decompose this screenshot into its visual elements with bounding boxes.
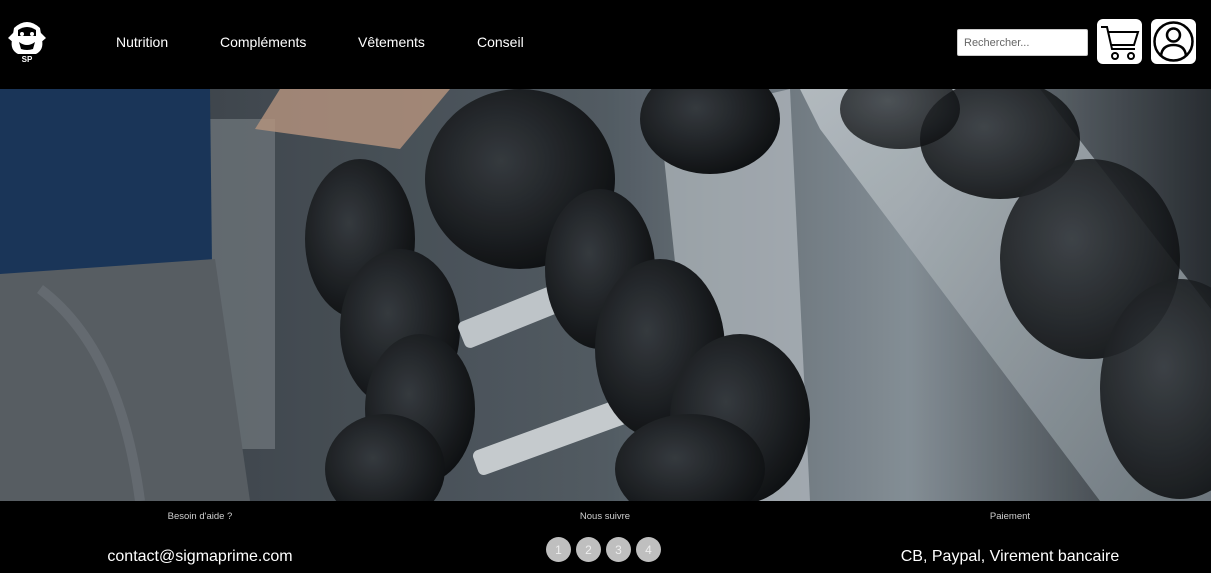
site-footer: Besoin d'aide ? contact@sigmaprime.com N… — [0, 501, 1211, 573]
logo-text: SP — [22, 55, 33, 64]
cart-button[interactable] — [1097, 19, 1142, 64]
social-link-1[interactable]: 1 — [546, 537, 571, 562]
brand-logo[interactable]: SP — [6, 14, 48, 64]
hero-banner — [0, 89, 1211, 501]
gorilla-logo-icon: SP — [8, 22, 46, 64]
account-button[interactable] — [1151, 19, 1196, 64]
site-header: SP Nutrition Compléments Vêtements Conse… — [0, 0, 1211, 89]
nav-item-conseil[interactable]: Conseil — [477, 34, 524, 50]
nav-item-nutrition[interactable]: Nutrition — [116, 34, 168, 50]
help-email-link[interactable]: contact@sigmaprime.com — [80, 548, 320, 566]
follow-title: Nous suivre — [579, 511, 631, 522]
search-input[interactable] — [957, 29, 1088, 56]
nav-item-vetements[interactable]: Vêtements — [358, 34, 425, 50]
nav-item-complements[interactable]: Compléments — [220, 34, 306, 50]
social-link-2[interactable]: 2 — [576, 537, 601, 562]
cart-icon — [1101, 26, 1140, 60]
social-link-3[interactable]: 3 — [606, 537, 631, 562]
social-links: 1 2 3 4 — [546, 537, 661, 562]
social-link-4[interactable]: 4 — [636, 537, 661, 562]
payment-title: Paiement — [989, 511, 1031, 522]
help-title: Besoin d'aide ? — [167, 511, 233, 522]
payment-methods: CB, Paypal, Virement bancaire — [900, 548, 1120, 565]
hero-dumbbells-image — [0, 89, 1211, 501]
user-icon — [1153, 21, 1194, 62]
